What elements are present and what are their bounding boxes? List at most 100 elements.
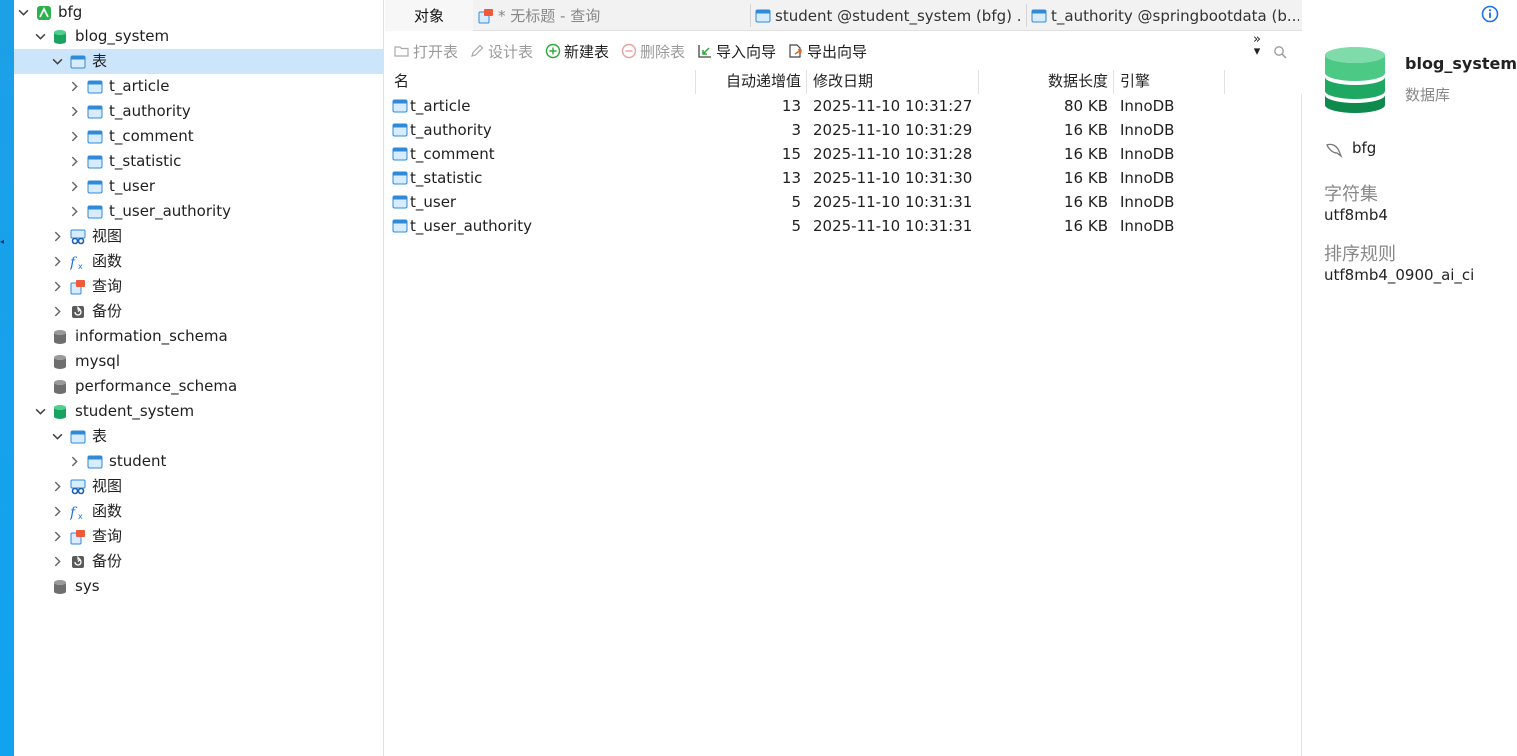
column-separator[interactable] — [1224, 70, 1225, 94]
new-table-button[interactable]: 新建表 — [545, 40, 609, 62]
table-row[interactable]: t_user 5 2025-11-10 10:31:31 16 KB InnoDB — [385, 190, 1302, 214]
query-icon — [478, 8, 493, 23]
tree-folder-queries-student[interactable]: 查询 — [14, 524, 384, 549]
tree-connection-bfg[interactable]: bfg — [14, 0, 384, 25]
chevron-down-icon[interactable] — [17, 7, 29, 19]
svg-text:f: f — [70, 505, 78, 520]
info-charset-value: utf8mb4 — [1324, 206, 1388, 224]
delete-table-button[interactable]: 删除表 — [621, 40, 685, 62]
tree-folder-tables-student[interactable]: 表 — [14, 424, 384, 449]
navigation-tree[interactable]: bfg blog_system 表 t_article t_authority t_… — [14, 0, 384, 756]
database-large-icon — [1325, 47, 1385, 113]
chevron-right-icon[interactable] — [68, 206, 80, 218]
chevron-right-icon[interactable] — [51, 281, 63, 293]
chevron-right-icon[interactable] — [68, 181, 80, 193]
chevron-right-icon[interactable] — [51, 481, 63, 493]
chevron-right-icon[interactable] — [51, 556, 63, 568]
tree-folder-backups-student[interactable]: 备份 — [14, 549, 384, 574]
chevron-right-icon[interactable] — [51, 506, 63, 518]
chevron-right-icon[interactable] — [51, 256, 63, 268]
table-row[interactable]: t_statistic 13 2025-11-10 10:31:30 16 KB Inn… — [385, 166, 1302, 190]
tree-db-mysql[interactable]: mysql — [14, 349, 384, 374]
chevron-down-icon[interactable] — [34, 31, 46, 43]
chevron-right-icon[interactable] — [68, 131, 80, 143]
tree-folder-functions-student[interactable]: fx 函数 — [14, 499, 384, 524]
cell-name: t_statistic — [410, 169, 483, 187]
tree-label: mysql — [75, 352, 120, 370]
table-row[interactable]: t_authority 3 2025-11-10 10:31:29 16 KB Inno… — [385, 118, 1302, 142]
tree-db-information-schema[interactable]: information_schema — [14, 324, 384, 349]
chevron-right-icon[interactable] — [51, 306, 63, 318]
tab-student-table[interactable]: student @student_system (bfg) ... — [755, 0, 1023, 31]
chevron-down-icon[interactable] — [34, 406, 46, 418]
table-icon — [87, 455, 103, 468]
database-icon — [54, 354, 66, 369]
chevron-right-icon[interactable] — [51, 231, 63, 243]
tree-label: t_authority — [109, 102, 191, 120]
table-header: 名 自动递增值 修改日期 数据长度 引擎 — [385, 68, 1302, 94]
tree-folder-queries-blog[interactable]: 查询 — [14, 274, 384, 299]
info-icon[interactable] — [1481, 5, 1499, 23]
tab-authority-table[interactable]: t_authority @springbootdata (b... — [1031, 0, 1299, 31]
chevron-right-icon[interactable] — [68, 81, 80, 93]
column-header-name[interactable]: 名 — [394, 68, 409, 94]
tree-folder-tables-blog[interactable]: 表 — [14, 49, 384, 74]
chevron-right-icon[interactable] — [68, 456, 80, 468]
tree-table-t-user[interactable]: t_user — [14, 174, 384, 199]
tree-table-student[interactable]: student — [14, 449, 384, 474]
tree-folder-backups-blog[interactable]: 备份 — [14, 299, 384, 324]
export-wizard-button[interactable]: 导出向导 — [788, 40, 867, 62]
tree-db-blog-system[interactable]: blog_system — [14, 24, 384, 49]
tree-label: 表 — [92, 427, 108, 445]
cell-data-length: 16 KB — [1064, 145, 1108, 163]
tree-db-student-system[interactable]: student_system — [14, 399, 384, 424]
column-separator[interactable] — [695, 70, 696, 94]
search-icon[interactable] — [1273, 45, 1287, 59]
tab-objects[interactable]: 对象 — [385, 0, 473, 31]
toolbar-overflow-button[interactable]: » ▾ — [1251, 33, 1263, 64]
open-table-button[interactable]: 打开表 — [394, 40, 458, 62]
tree-table-t-statistic[interactable]: t_statistic — [14, 149, 384, 174]
tree-folder-views-student[interactable]: 视图 — [14, 474, 384, 499]
chevron-right-icon[interactable] — [68, 106, 80, 118]
tree-label: 视图 — [92, 477, 123, 495]
chevron-right-icon[interactable] — [68, 156, 80, 168]
tree-folder-views-blog[interactable]: 视图 — [14, 224, 384, 249]
tree-db-performance-schema[interactable]: performance_schema — [14, 374, 384, 399]
table-row[interactable]: t_comment 15 2025-11-10 10:31:28 16 KB InnoD… — [385, 142, 1302, 166]
tree-table-t-user-authority[interactable]: t_user_authority — [14, 199, 384, 224]
info-db-name: blog_system — [1405, 54, 1517, 73]
tree-folder-functions-blog[interactable]: fx 函数 — [14, 249, 384, 274]
cell-name: t_authority — [410, 121, 492, 139]
minus-circle-icon — [621, 43, 637, 59]
tree-label: 函数 — [92, 252, 123, 270]
column-separator[interactable] — [978, 70, 979, 94]
cell-auto-increment: 13 — [781, 97, 801, 115]
import-wizard-button[interactable]: 导入向导 — [697, 40, 776, 62]
column-header-auto-increment[interactable]: 自动递增值 — [701, 68, 801, 94]
tree-table-t-article[interactable]: t_article — [14, 74, 384, 99]
database-icon — [54, 29, 66, 44]
column-separator[interactable] — [1113, 70, 1114, 94]
column-header-data-length[interactable]: 数据长度 — [983, 68, 1108, 94]
svg-text:x: x — [78, 262, 83, 270]
cell-auto-increment: 3 — [791, 121, 801, 139]
object-panel: 对象 * 无标题 - 查询 student @student_system (b… — [385, 0, 1302, 756]
column-header-engine[interactable]: 引擎 — [1120, 68, 1150, 94]
chevron-down-icon[interactable] — [51, 431, 63, 443]
tree-db-sys[interactable]: sys — [14, 574, 384, 599]
table-row[interactable]: t_article 13 2025-11-10 10:31:27 80 KB InnoD… — [385, 94, 1302, 118]
tab-untitled-query[interactable]: * 无标题 - 查询 — [478, 0, 743, 31]
cell-modified: 2025-11-10 10:31:27 — [813, 97, 973, 115]
table-row[interactable]: t_user_authority 5 2025-11-10 10:31:31 16 K… — [385, 214, 1302, 238]
chevron-down-icon[interactable] — [51, 56, 63, 68]
cell-auto-increment: 5 — [791, 193, 801, 211]
chevron-right-icon[interactable] — [51, 531, 63, 543]
tree-label: student_system — [75, 402, 195, 420]
column-header-modified[interactable]: 修改日期 — [813, 68, 873, 94]
tree-table-t-comment[interactable]: t_comment — [14, 124, 384, 149]
query-icon — [70, 529, 85, 544]
design-table-button[interactable]: 设计表 — [469, 40, 533, 62]
tree-table-t-authority[interactable]: t_authority — [14, 99, 384, 124]
column-separator[interactable] — [806, 70, 807, 94]
